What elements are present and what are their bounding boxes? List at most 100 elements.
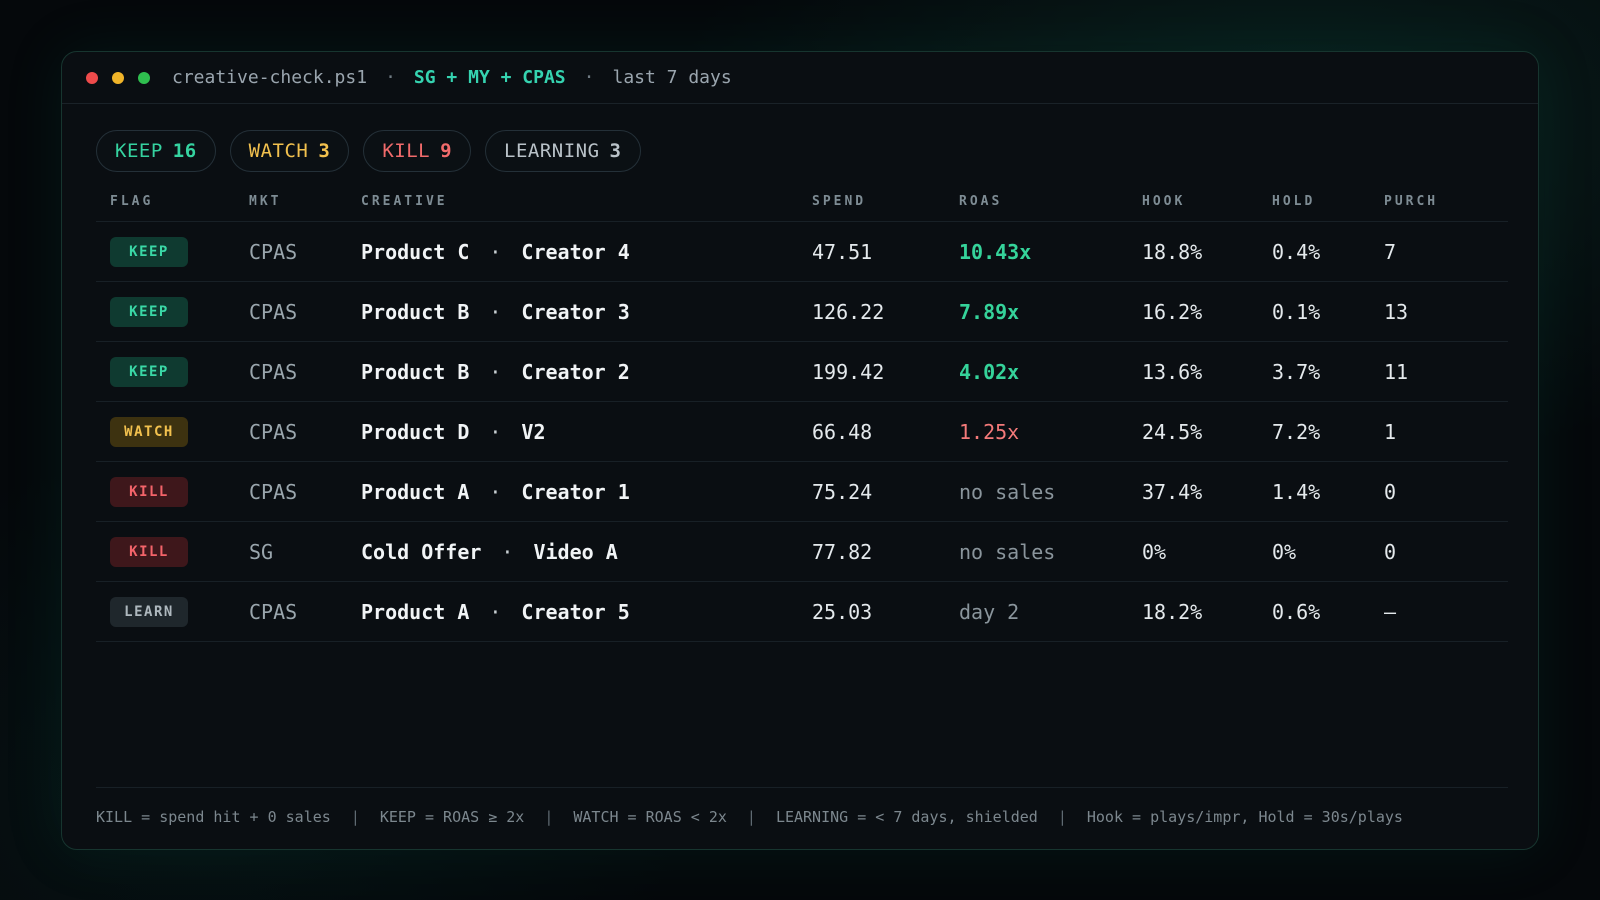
market-cell: CPAS	[249, 479, 298, 504]
legend-separator: |	[1057, 808, 1067, 826]
roas-cell: 1.25x	[959, 419, 1020, 444]
close-window-button[interactable]	[86, 71, 98, 84]
pill-count: 3	[318, 140, 331, 162]
creative-product: Product D	[361, 419, 470, 444]
title-separator: ·	[385, 67, 396, 88]
creative-table: FLAG MKT CREATIVE SPEND ROAS HOOK HOLD P…	[96, 182, 1508, 642]
hold-cell: 3.7%	[1272, 359, 1321, 384]
creative-variant: Creator 1	[521, 479, 630, 504]
pill-count: 9	[440, 140, 453, 162]
title-bar: creative-check.ps1 · SG + MY + CPAS · la…	[62, 52, 1538, 104]
market-cell: CPAS	[249, 419, 298, 444]
flag-badge: WATCH	[110, 416, 188, 447]
date-range: last 7 days	[612, 67, 732, 88]
hold-cell: 1.4%	[1272, 479, 1321, 504]
legend-item-kill: KILL = spend hit + 0 sales	[96, 808, 331, 826]
purch-cell: 11	[1384, 359, 1409, 384]
column-header-flag[interactable]: FLAG	[96, 194, 249, 209]
creative-separator: ·	[489, 419, 502, 444]
creative-separator: ·	[489, 359, 502, 384]
table-row[interactable]: KEEP CPAS Product C · Creator 4 47.51 10.4…	[96, 222, 1508, 282]
roas-cell: 4.02x	[959, 359, 1020, 384]
creative-separator: ·	[489, 299, 502, 324]
market-cell: CPAS	[249, 299, 298, 324]
hook-cell: 0%	[1142, 539, 1167, 564]
hook-cell: 16.2%	[1142, 299, 1203, 324]
summary-pill-watch[interactable]: WATCH 3	[229, 130, 350, 172]
spend-cell: 199.42	[812, 359, 885, 384]
creative-variant: Creator 5	[521, 599, 630, 624]
pill-count: 16	[172, 140, 197, 162]
maximize-window-button[interactable]	[138, 71, 150, 84]
column-header-spend[interactable]: SPEND	[812, 194, 959, 209]
column-header-roas[interactable]: ROAS	[959, 194, 1142, 209]
market-cell: CPAS	[249, 239, 298, 264]
hook-cell: 18.2%	[1142, 599, 1203, 624]
hook-cell: 13.6%	[1142, 359, 1203, 384]
hold-cell: 0.6%	[1272, 599, 1321, 624]
column-header-creative[interactable]: CREATIVE	[361, 194, 812, 209]
purch-cell: 0	[1384, 479, 1397, 504]
creative-variant: Creator 2	[521, 359, 630, 384]
summary-pill-keep[interactable]: KEEP 16	[96, 130, 216, 172]
market-scope: SG + MY + CPAS	[413, 67, 566, 88]
creative-product: Product A	[361, 599, 470, 624]
legend-item-metrics: Hook = plays/impr, Hold = 30s/plays	[1086, 808, 1403, 826]
spend-cell: 47.51	[812, 239, 873, 264]
creative-variant: Creator 4	[521, 239, 630, 264]
hold-cell: 0.4%	[1272, 239, 1321, 264]
spend-cell: 25.03	[812, 599, 873, 624]
table-row[interactable]: KEEP CPAS Product B · Creator 3 126.22 7.8…	[96, 282, 1508, 342]
market-cell: SG	[249, 539, 274, 564]
summary-pill-learning[interactable]: LEARNING 3	[485, 130, 641, 172]
table-row[interactable]: KILL SG Cold Offer · Video A 77.82 no sale…	[96, 522, 1508, 582]
creative-product: Cold Offer	[361, 539, 482, 564]
column-header-hook[interactable]: HOOK	[1142, 194, 1272, 209]
pill-label: KEEP	[115, 140, 163, 162]
summary-pill-kill[interactable]: KILL 9	[363, 130, 472, 172]
creative-cell: Cold Offer · Video A	[361, 540, 812, 564]
creative-separator: ·	[501, 539, 514, 564]
hook-cell: 37.4%	[1142, 479, 1203, 504]
legend-separator: |	[350, 808, 360, 826]
pill-count: 3	[609, 140, 622, 162]
table-row[interactable]: KILL CPAS Product A · Creator 1 75.24 no s…	[96, 462, 1508, 522]
hook-cell: 18.8%	[1142, 239, 1203, 264]
legend-separator: |	[544, 808, 554, 826]
table-row[interactable]: LEARN CPAS Product A · Creator 5 25.03 day…	[96, 582, 1508, 642]
hook-cell: 24.5%	[1142, 419, 1203, 444]
flag-badge: KEEP	[110, 296, 188, 327]
table-row[interactable]: WATCH CPAS Product D · V2 66.48 1.25x 24.5…	[96, 402, 1508, 462]
hold-cell: 0%	[1272, 539, 1297, 564]
column-header-mkt[interactable]: MKT	[249, 194, 361, 209]
creative-product: Product B	[361, 359, 470, 384]
creative-cell: Product B · Creator 3	[361, 300, 812, 324]
roas-cell: 10.43x	[959, 239, 1032, 264]
terminal-window: creative-check.ps1 · SG + MY + CPAS · la…	[61, 51, 1539, 850]
hold-cell: 0.1%	[1272, 299, 1321, 324]
creative-cell: Product B · Creator 2	[361, 360, 812, 384]
column-header-hold[interactable]: HOLD	[1272, 194, 1384, 209]
roas-cell: 7.89x	[959, 299, 1020, 324]
column-header-purch[interactable]: PURCH	[1384, 194, 1508, 209]
flag-badge: LEARN	[110, 596, 188, 627]
minimize-window-button[interactable]	[112, 71, 124, 84]
creative-variant: Creator 3	[521, 299, 630, 324]
flag-badge: KEEP	[110, 236, 188, 267]
purch-cell: 0	[1384, 539, 1397, 564]
purch-cell: –	[1384, 599, 1397, 624]
flag-badge: KILL	[110, 536, 188, 567]
creative-product: Product B	[361, 299, 470, 324]
roas-cell: day 2	[959, 599, 1020, 624]
creative-separator: ·	[489, 599, 502, 624]
legend-footer: KILL = spend hit + 0 sales | KEEP = ROAS ≥…	[96, 787, 1508, 826]
table-row[interactable]: KEEP CPAS Product B · Creator 2 199.42 4.0…	[96, 342, 1508, 402]
roas-cell: no sales	[959, 539, 1056, 564]
creative-separator: ·	[489, 479, 502, 504]
spend-cell: 75.24	[812, 479, 873, 504]
pill-label: WATCH	[248, 140, 309, 162]
roas-cell: no sales	[959, 479, 1056, 504]
flag-badge: KILL	[110, 476, 188, 507]
creative-cell: Product A · Creator 1	[361, 480, 812, 504]
flag-badge: KEEP	[110, 356, 188, 387]
